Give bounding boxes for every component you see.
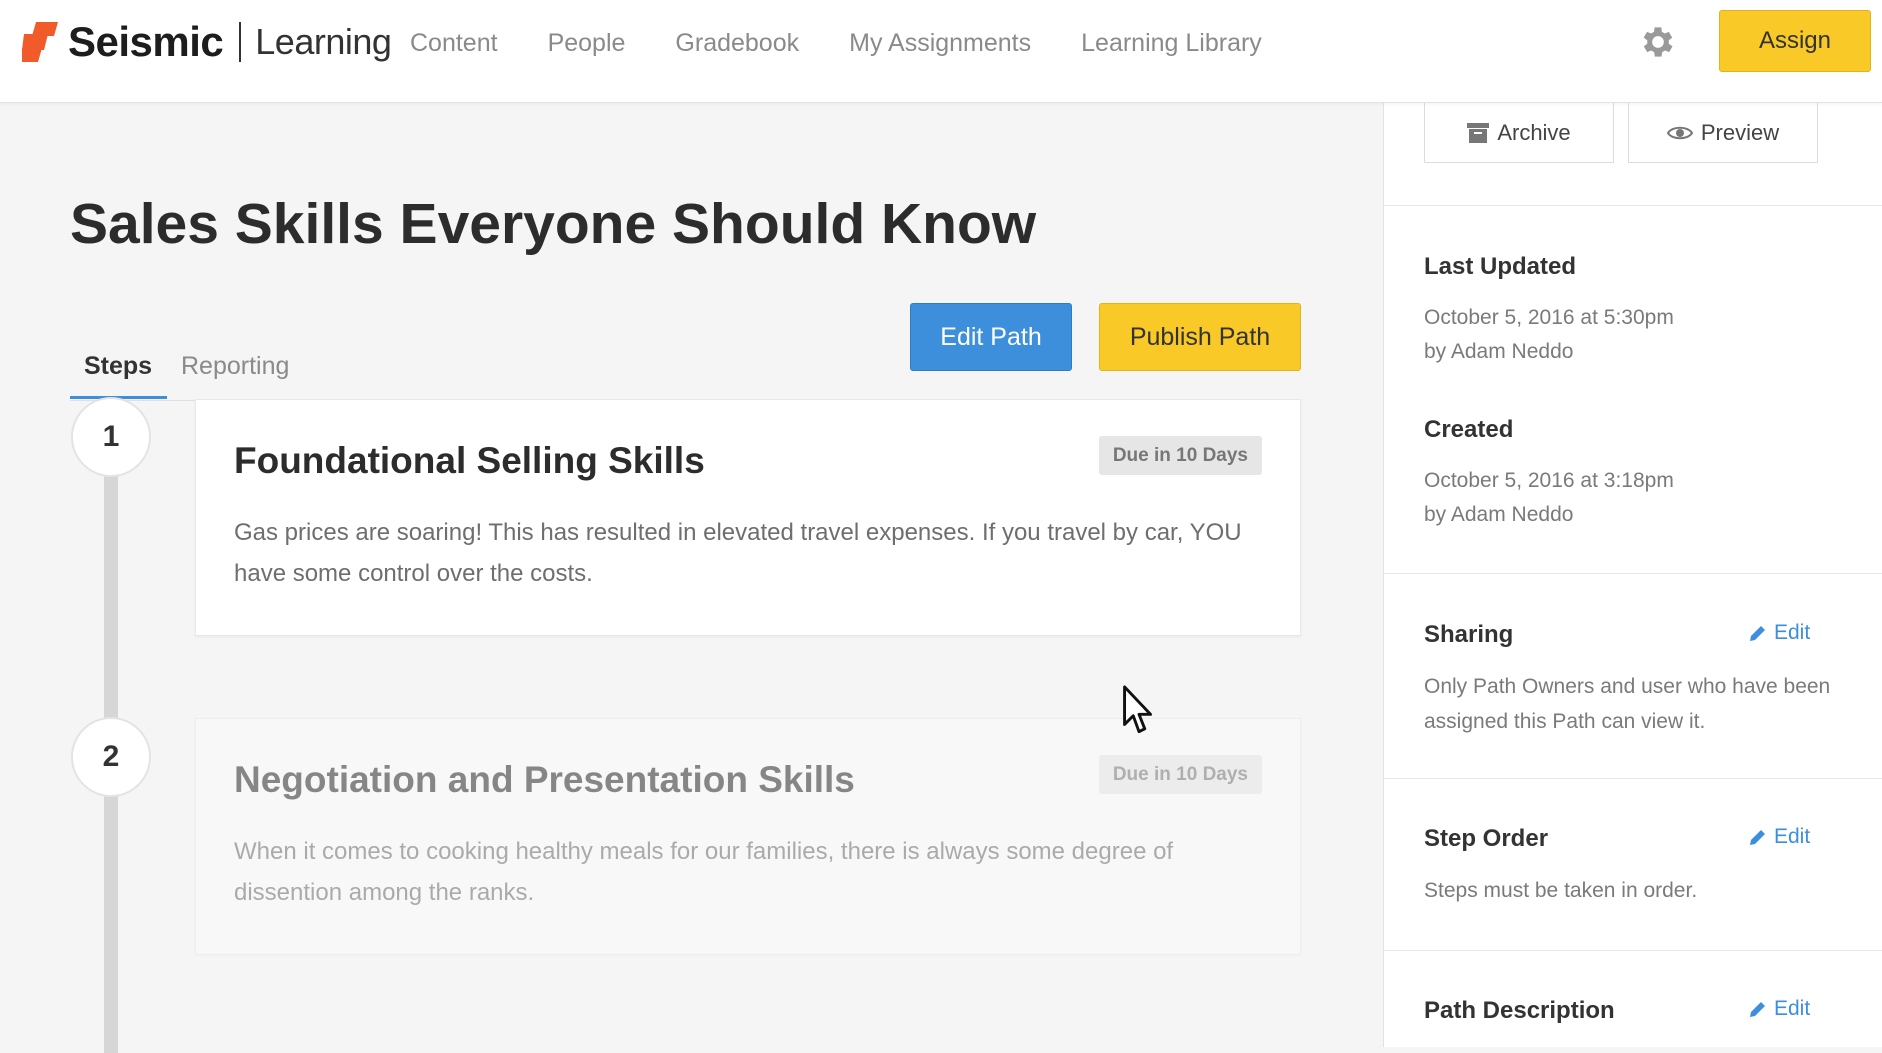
details-sidebar: Archive Preview Last Updated October 5, … — [1383, 103, 1882, 1047]
assign-button[interactable]: Assign — [1719, 10, 1871, 72]
nav-gradebook[interactable]: Gradebook — [675, 29, 799, 58]
eye-icon — [1666, 126, 1693, 139]
due-badge: Due in 10 Days — [1098, 436, 1262, 475]
sidebar-divider — [1384, 205, 1882, 206]
last-updated-by: by Adam Neddo — [1424, 340, 1574, 363]
archive-label: Archive — [1497, 119, 1571, 145]
sharing-edit-link[interactable]: Edit — [1748, 621, 1810, 645]
preview-button[interactable]: Preview — [1628, 103, 1818, 163]
tab-steps[interactable]: Steps — [84, 331, 152, 401]
nav-content[interactable]: Content — [410, 29, 498, 58]
step-number-1: 1 — [71, 397, 151, 477]
archive-button[interactable]: Archive — [1424, 103, 1614, 163]
brand-name: Seismic — [68, 18, 224, 65]
gear-icon[interactable] — [1638, 22, 1678, 62]
pencil-icon — [1750, 626, 1765, 641]
sharing-text: Only Path Owners and user who have been … — [1424, 675, 1831, 733]
step-number-2: 2 — [71, 717, 151, 797]
step-title: Foundational Selling Skills — [234, 440, 705, 481]
preview-label: Preview — [1700, 119, 1780, 145]
seismic-logo-icon — [22, 22, 58, 62]
page-title: Sales Skills Everyone Should Know — [70, 192, 1037, 256]
step-description: Gas prices are soaring! This has resulte… — [234, 519, 1242, 587]
edit-label: Edit — [1774, 997, 1811, 1020]
mouse-cursor-icon — [1123, 685, 1152, 734]
step-order-text: Steps must be taken in order. — [1424, 879, 1698, 902]
edit-label: Edit — [1774, 621, 1811, 644]
path-description-edit-link[interactable]: Edit — [1748, 997, 1810, 1021]
pencil-icon — [1750, 830, 1765, 845]
archive-icon — [1467, 122, 1490, 143]
sharing-heading: Sharing — [1424, 621, 1514, 648]
step-order-heading: Step Order — [1424, 825, 1549, 852]
tab-reporting[interactable]: Reporting — [181, 331, 289, 401]
step-title: Negotiation and Presentation Skills — [234, 759, 855, 800]
created-date: October 5, 2016 at 3:18pm — [1424, 469, 1674, 492]
step-card-1[interactable]: Foundational Selling Skills Due in 10 Da… — [195, 399, 1301, 636]
nav-learning-library[interactable]: Learning Library — [1081, 29, 1262, 58]
edit-label: Edit — [1774, 825, 1811, 848]
main-nav: Content People Gradebook My Assignments … — [410, 0, 1312, 86]
step-description: When it comes to cooking healthy meals f… — [234, 838, 1174, 906]
path-description-heading: Path Description — [1424, 997, 1615, 1024]
main-content: Sales Skills Everyone Should Know Edit P… — [0, 103, 1383, 1053]
created-heading: Created — [1424, 416, 1514, 443]
sidebar-divider — [1384, 950, 1882, 951]
top-bar: Seismic Learning Content People Gradeboo… — [0, 0, 1882, 103]
sidebar-divider — [1384, 573, 1882, 574]
seismic-logo[interactable]: Seismic Learning — [22, 18, 392, 66]
nav-people[interactable]: People — [548, 29, 626, 58]
product-name: Learning — [255, 21, 392, 62]
step-order-edit-link[interactable]: Edit — [1748, 825, 1810, 849]
logo-divider — [239, 22, 242, 62]
tab-bar: Steps Reporting — [70, 331, 1300, 401]
pencil-icon — [1750, 1002, 1765, 1017]
last-updated-date: October 5, 2016 at 5:30pm — [1424, 306, 1674, 329]
nav-my-assignments[interactable]: My Assignments — [849, 29, 1031, 58]
last-updated-heading: Last Updated — [1424, 253, 1577, 280]
created-by: by Adam Neddo — [1424, 503, 1574, 526]
due-badge: Due in 10 Days — [1098, 755, 1262, 794]
step-card-2[interactable]: Negotiation and Presentation Skills Due … — [195, 718, 1301, 955]
sidebar-divider — [1384, 778, 1882, 779]
